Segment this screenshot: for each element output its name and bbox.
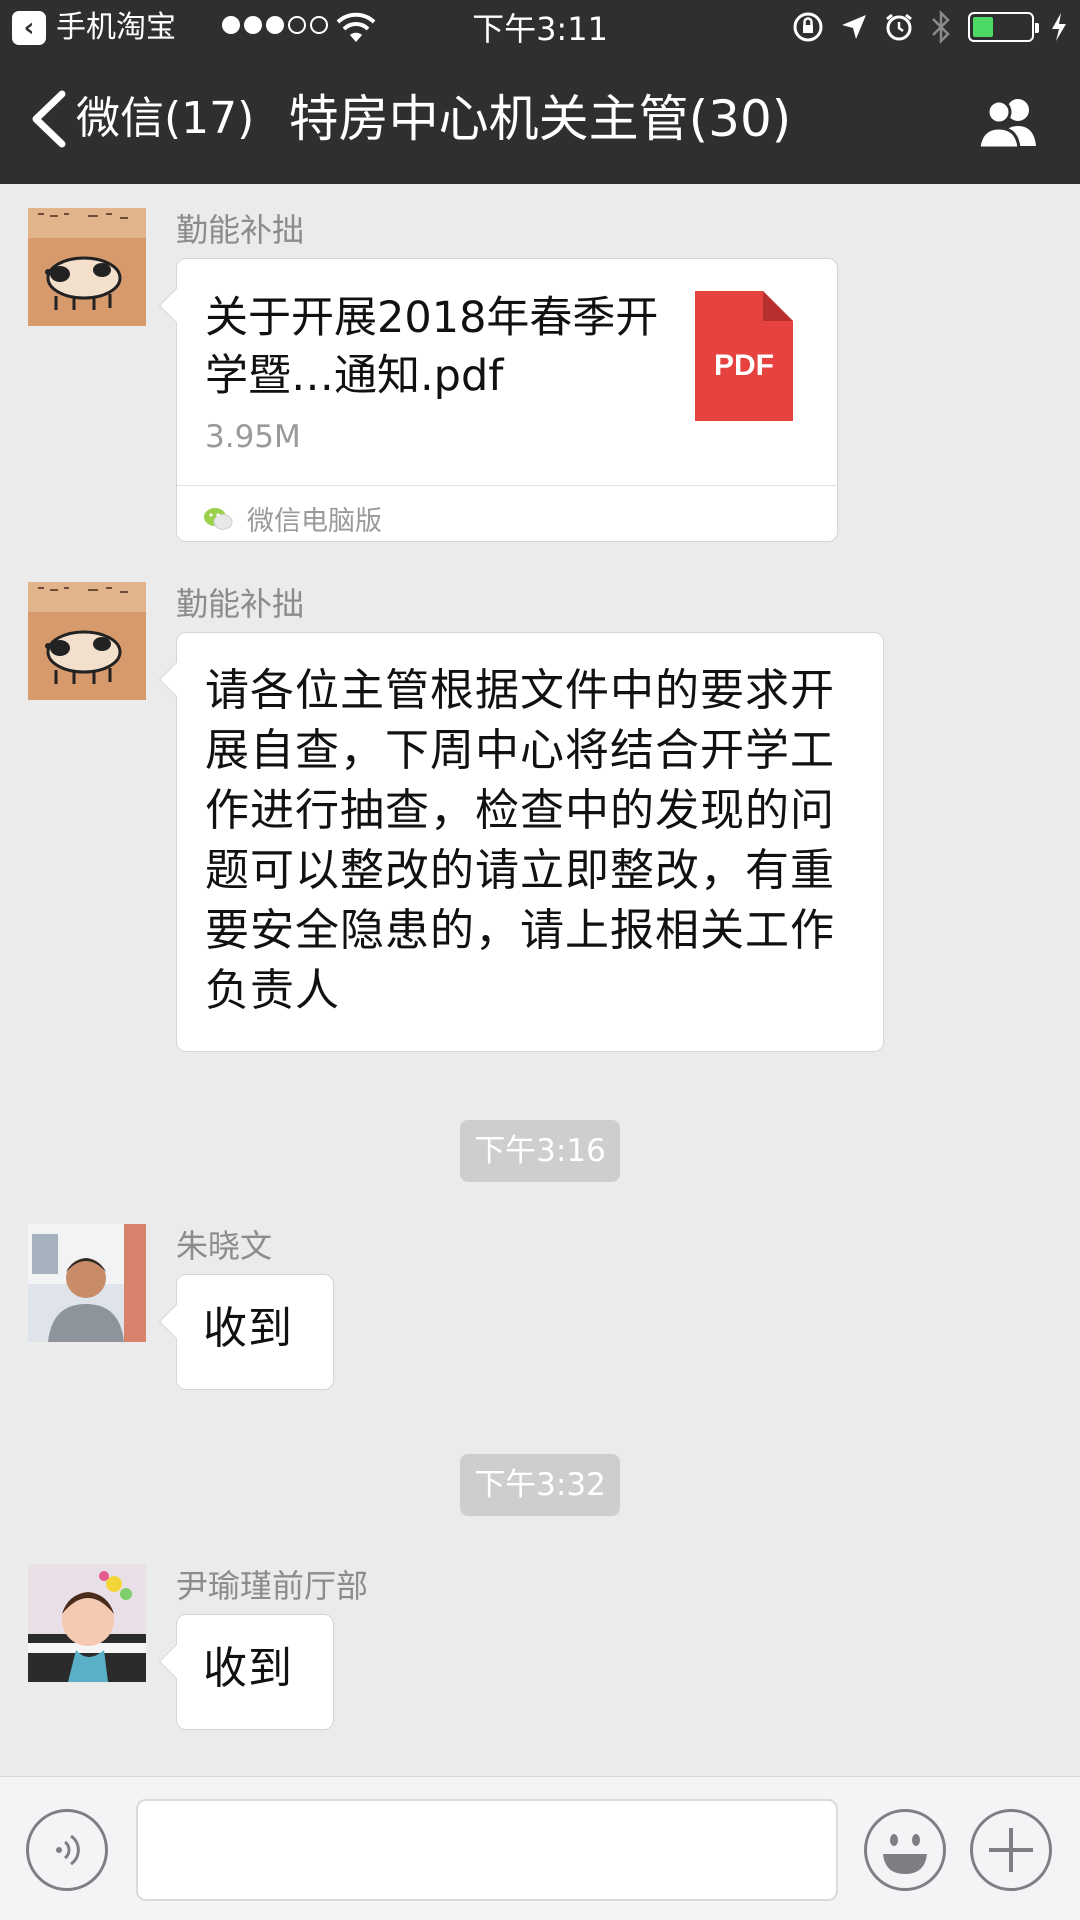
sender-name: 尹瑜瑾前厅部 [176, 1567, 369, 1605]
wechat-group-chat-screen: ‹ 手机淘宝 下午3:11 微信(17) 特房中心机关主管(30) 勤能补拙 关… [0, 0, 1080, 1920]
bluetooth-icon [932, 10, 950, 44]
status-bar: ‹ 手机淘宝 下午3:11 [0, 0, 1080, 58]
sender-name: 勤能补拙 [176, 211, 305, 249]
emoji-icon [883, 1834, 927, 1874]
file-card-divider [177, 485, 837, 486]
emoji-button[interactable] [864, 1809, 946, 1891]
avatar[interactable] [28, 208, 146, 326]
timestamp-label: 下午3:32 [460, 1454, 620, 1516]
avatar-pig-drawing [28, 582, 146, 700]
file-source-label: 微信电脑版 [247, 506, 382, 537]
avatar-child-photo [28, 1564, 146, 1682]
message-text: 请各位主管根据文件中的要求开展自查，下周中心将结合开学工作进行抽查，检查中的发现… [205, 665, 835, 1016]
sender-name: 朱晓文 [176, 1227, 273, 1265]
alarm-icon [886, 13, 912, 41]
avatar[interactable] [28, 582, 146, 700]
input-bar [0, 1776, 1080, 1920]
chat-title: 特房中心机关主管(30) [288, 90, 792, 148]
avatar-man-photo [28, 1224, 146, 1342]
navigation-bar: 微信(17) 特房中心机关主管(30) [0, 58, 1080, 184]
avatar[interactable] [28, 1224, 146, 1342]
text-message-bubble[interactable]: 请各位主管根据文件中的要求开展自查，下周中心将结合开学工作进行抽查，检查中的发现… [176, 632, 884, 1052]
avatar-pig-drawing [28, 208, 146, 326]
pdf-icon: PDF [695, 291, 793, 421]
text-message-bubble[interactable]: 收到 [176, 1614, 334, 1730]
pdf-label: PDF [714, 349, 774, 382]
timestamp: 下午3:16 [0, 1120, 1080, 1182]
message-input[interactable] [136, 1799, 838, 1901]
voice-input-button[interactable] [26, 1809, 108, 1891]
timestamp: 下午3:32 [0, 1454, 1080, 1516]
file-source: 微信电脑版 [203, 499, 382, 538]
message-text: 收到 [203, 1643, 293, 1694]
rotation-lock-icon [793, 12, 823, 42]
battery-icon [968, 12, 1039, 42]
timestamp-label: 下午3:16 [460, 1120, 620, 1182]
group-members-icon[interactable] [974, 96, 1044, 148]
location-icon [842, 15, 866, 39]
status-icons [792, 10, 1068, 44]
avatar[interactable] [28, 1564, 146, 1682]
wechat-logo-icon [204, 507, 233, 530]
battery-level [973, 17, 993, 37]
plus-icon [989, 1828, 1033, 1872]
text-message-bubble[interactable]: 收到 [176, 1274, 334, 1390]
top-bar: ‹ 手机淘宝 下午3:11 微信(17) 特房中心机关主管(30) [0, 0, 1080, 184]
charging-bolt-icon [1052, 13, 1066, 41]
file-size: 3.95M [205, 419, 301, 455]
message-text: 收到 [203, 1303, 293, 1354]
sender-name: 勤能补拙 [176, 585, 305, 623]
file-message-card[interactable]: 关于开展2018年春季开学暨…通知.pdf 3.95M PDF 微信电脑版 [176, 258, 838, 542]
voice-icon [56, 1834, 80, 1866]
more-options-button[interactable] [970, 1809, 1052, 1891]
file-name: 关于开展2018年春季开学暨…通知.pdf [205, 293, 659, 401]
message-list[interactable]: 勤能补拙 关于开展2018年春季开学暨…通知.pdf 3.95M PDF 微信电… [0, 184, 1080, 1776]
